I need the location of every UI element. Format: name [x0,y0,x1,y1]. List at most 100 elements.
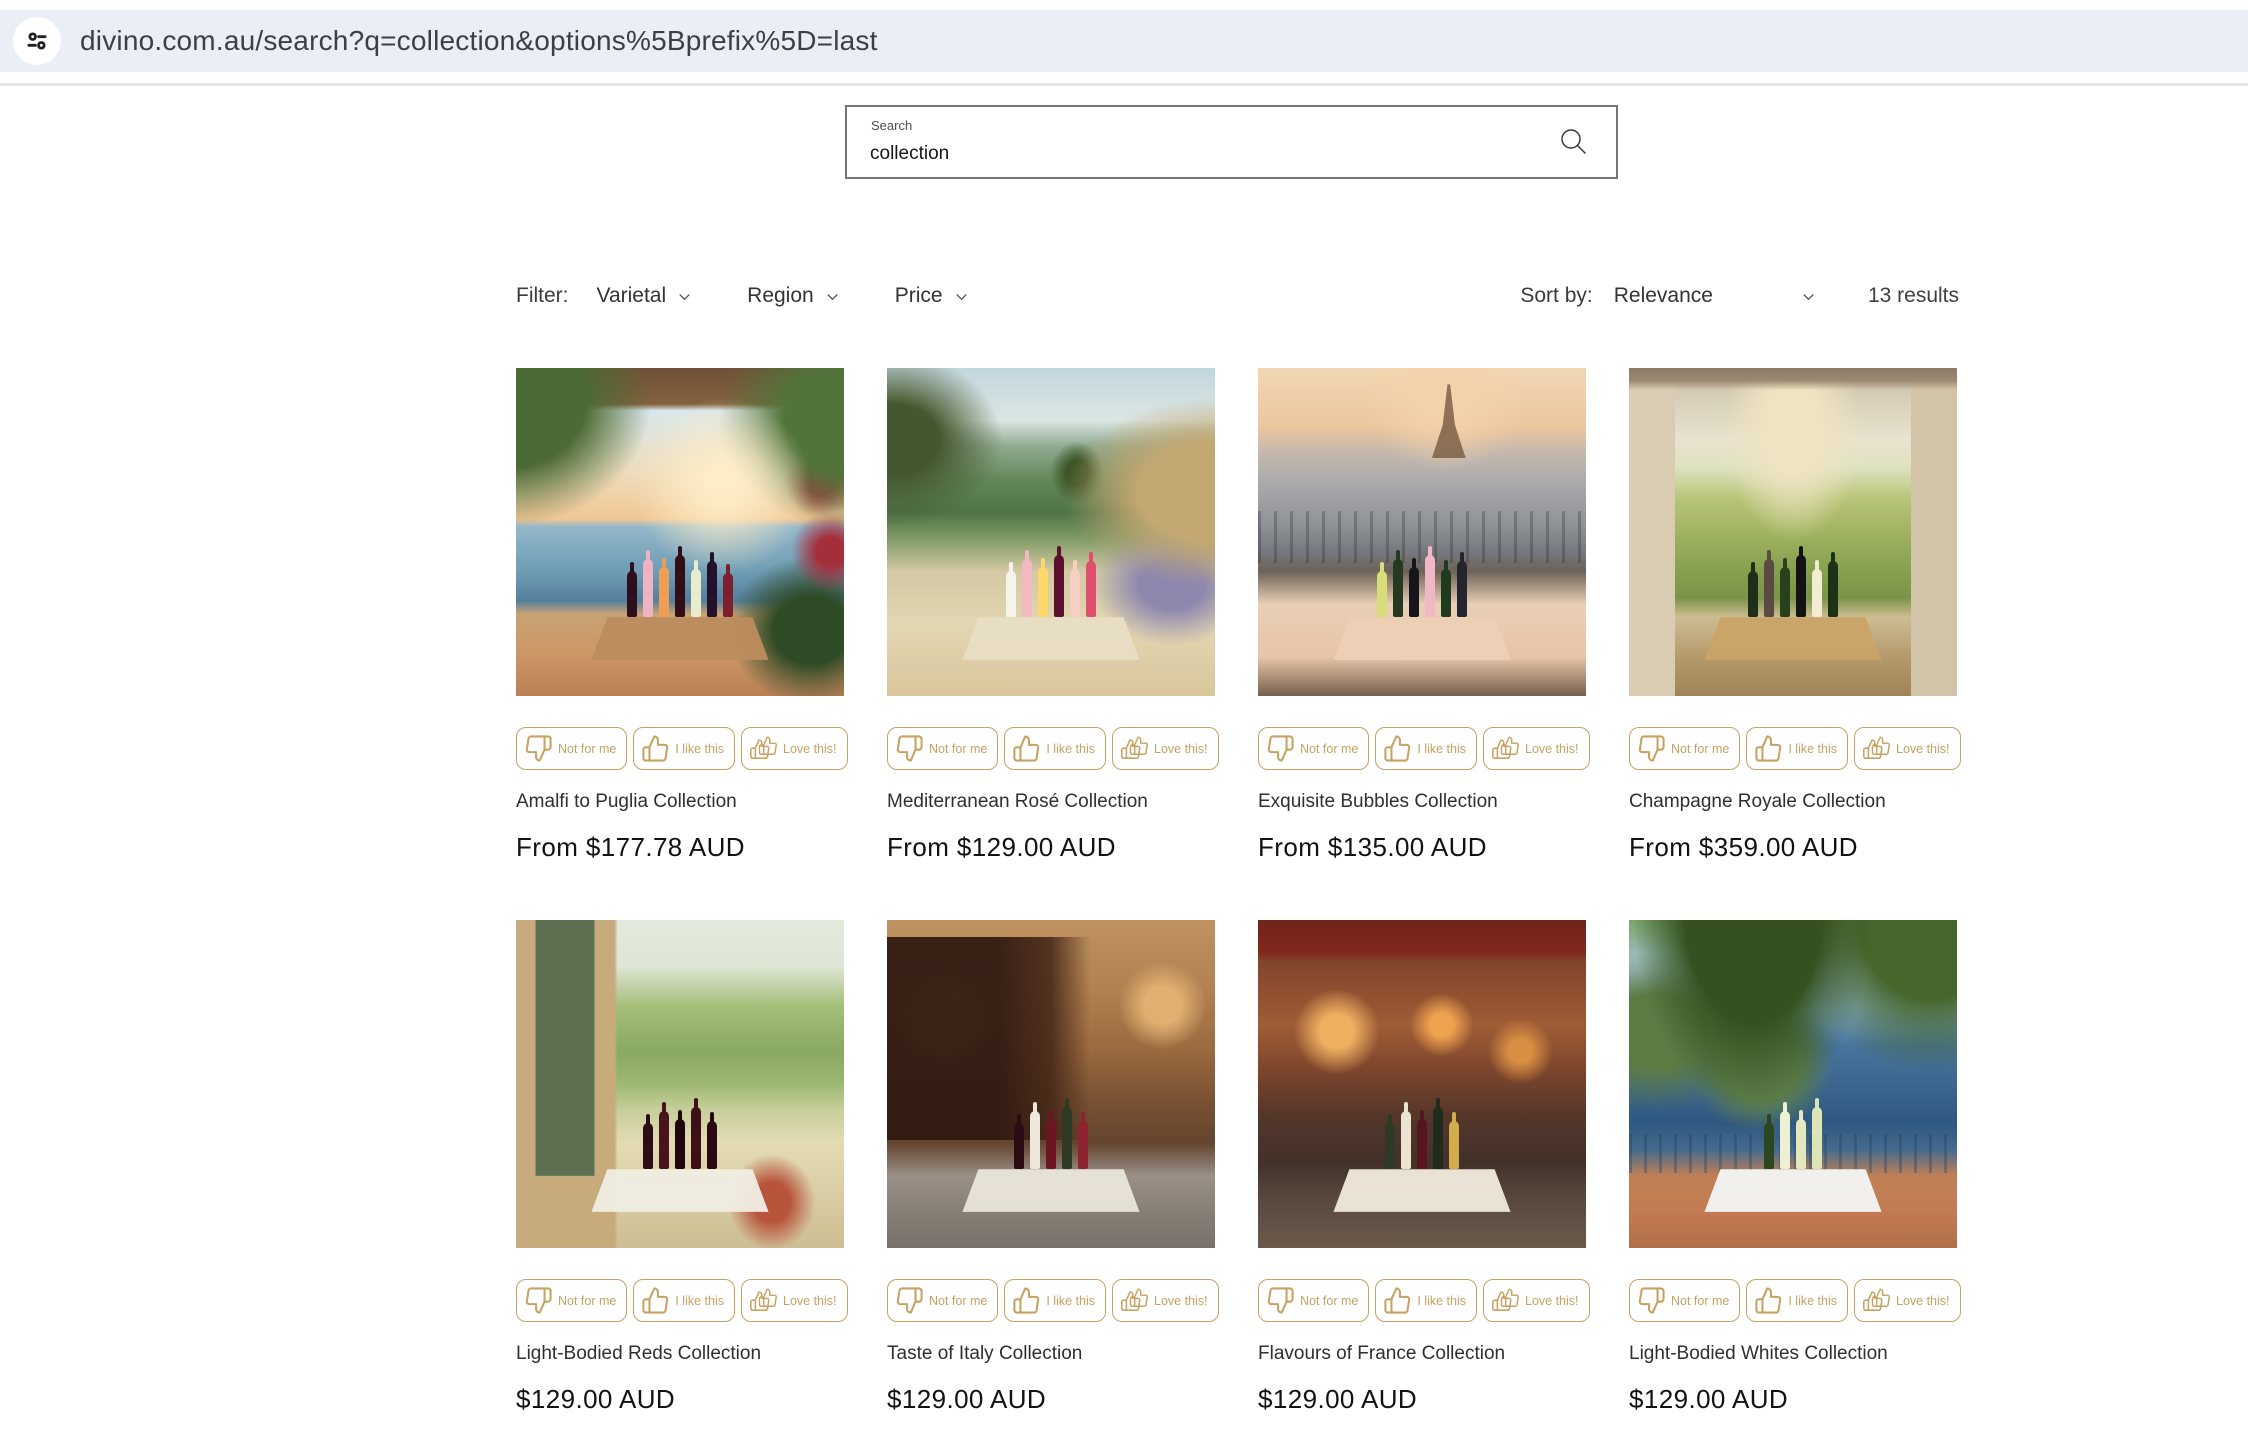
wine-bottles [1629,920,1957,1248]
product-title-link[interactable]: Light-Bodied Whites Collection [1629,1342,1957,1366]
double-thumbs-up-icon [1491,734,1520,763]
product-price: From $135.00 AUD [1258,832,1586,862]
feedback-button-i-like-this[interactable]: I like this [1375,727,1477,770]
feedback-button-love-this[interactable]: Love this! [741,1279,848,1322]
product-card: Not for meI like thisLove this! Mediterr… [887,368,1215,920]
product-title-link[interactable]: Taste of Italy Collection [887,1342,1215,1366]
product-title-link[interactable]: Light-Bodied Reds Collection [516,1342,844,1366]
product-card: Not for meI like thisLove this! Light-Bo… [1629,920,1957,1442]
filter-dropdown-region[interactable]: Region [747,284,842,308]
wine-bottles [887,368,1215,696]
product-price: From $177.78 AUD [516,832,844,862]
feedback-button-label: I like this [1788,1294,1837,1308]
feedback-button-label: Not for me [1671,742,1729,756]
feedback-button-i-like-this[interactable]: I like this [1004,1279,1106,1322]
feedback-button-not-for-me[interactable]: Not for me [887,1279,998,1322]
feedback-button-i-like-this[interactable]: I like this [633,1279,735,1322]
product-image[interactable] [1629,920,1957,1248]
product-title-link[interactable]: Flavours of France Collection [1258,1342,1586,1366]
feedback-button-i-like-this[interactable]: I like this [1746,1279,1848,1322]
thumbs-down-icon [895,1286,924,1315]
filter-dropdown-varietal[interactable]: Varietal [597,284,695,308]
feedback-button-i-like-this[interactable]: I like this [633,727,735,770]
feedback-button-i-like-this[interactable]: I like this [1375,1279,1477,1322]
wine-bottle [1748,571,1758,617]
product-image[interactable] [516,920,844,1248]
sort-by-value: Relevance [1614,284,1713,308]
feedback-button-i-like-this[interactable]: I like this [1746,727,1848,770]
feedback-button-label: I like this [1046,742,1095,756]
wine-bottle [1409,567,1419,617]
wine-bottle [1062,1107,1072,1169]
thumbs-up-icon [641,1286,670,1315]
wine-bottle [1022,559,1032,617]
feedback-button-i-like-this[interactable]: I like this [1004,727,1106,770]
product-image[interactable] [1258,920,1586,1248]
product-price: $129.00 AUD [516,1384,844,1414]
feedback-button-label: Love this! [1154,1294,1208,1308]
feedback-button-row: Not for me I like this Love this! [1258,1279,1586,1322]
product-title-link[interactable]: Amalfi to Puglia Collection [516,790,844,814]
browser-address-bar[interactable]: divino.com.au/search?q=collection&option… [0,10,2248,72]
wine-bottle [643,559,653,617]
double-thumbs-up-icon [749,734,778,763]
site-info-button[interactable] [13,17,61,65]
feedback-button-love-this[interactable]: Love this! [1483,727,1590,770]
feedback-button-not-for-me[interactable]: Not for me [1258,1279,1369,1322]
search-input[interactable]: collection [870,143,949,165]
wine-bottles [516,920,844,1248]
sort-by-select[interactable]: Relevance [1614,284,1818,308]
product-title-link[interactable]: Champagne Royale Collection [1629,790,1957,814]
feedback-button-label: Not for me [1300,1294,1358,1308]
feedback-button-love-this[interactable]: Love this! [1854,1279,1961,1322]
product-image[interactable] [516,368,844,696]
feedback-button-label: Not for me [558,742,616,756]
feedback-button-label: Love this! [1525,1294,1579,1308]
wine-bottles [1258,368,1586,696]
wine-bottle [1070,569,1080,617]
wine-bottles [1629,368,1957,696]
url-text[interactable]: divino.com.au/search?q=collection&option… [80,25,878,57]
double-thumbs-up-icon [1862,1286,1891,1315]
wine-bottle [643,1123,653,1169]
search-icon [1557,125,1591,159]
product-grid: Not for meI like thisLove this! Amalfi t… [516,368,1960,1442]
product-price: $129.00 AUD [887,1384,1215,1414]
product-image[interactable] [1258,368,1586,696]
feedback-button-love-this[interactable]: Love this! [1854,727,1961,770]
feedback-button-not-for-me[interactable]: Not for me [516,1279,627,1322]
feedback-button-not-for-me[interactable]: Not for me [516,727,627,770]
wine-bottle [1764,1123,1774,1169]
wine-bottle [659,567,669,617]
sort-by-label: Sort by: [1520,284,1592,308]
thumbs-up-icon [1383,1286,1412,1315]
feedback-button-love-this[interactable]: Love this! [1483,1279,1590,1322]
product-price: From $129.00 AUD [887,832,1215,862]
feedback-button-not-for-me[interactable]: Not for me [1629,1279,1740,1322]
wine-bottle [691,569,701,617]
feedback-button-love-this[interactable]: Love this! [1112,727,1219,770]
filter-sort-row: Filter: Varietal Region Price Sort by: R… [516,278,1959,314]
product-image[interactable] [887,368,1215,696]
product-title-link[interactable]: Exquisite Bubbles Collection [1258,790,1586,814]
wine-bottle [627,571,637,617]
wine-bottle [1078,1121,1088,1169]
thumbs-up-icon [1754,734,1783,763]
product-image[interactable] [887,920,1215,1248]
feedback-button-not-for-me[interactable]: Not for me [887,727,998,770]
search-box[interactable]: Search collection [845,105,1618,179]
product-image[interactable] [1629,368,1957,696]
chevron-down-icon [675,287,694,306]
feedback-button-love-this[interactable]: Love this! [1112,1279,1219,1322]
filter-dropdown-price[interactable]: Price [895,284,971,308]
double-thumbs-up-icon [1120,1286,1149,1315]
feedback-button-not-for-me[interactable]: Not for me [1629,727,1740,770]
thumbs-down-icon [895,734,924,763]
product-title-link[interactable]: Mediterranean Rosé Collection [887,790,1215,814]
wine-bottle [1417,1119,1427,1169]
search-submit-button[interactable] [1554,122,1594,162]
filter-label: Filter: [516,284,569,308]
feedback-button-love-this[interactable]: Love this! [741,727,848,770]
wine-bottle [691,1107,701,1169]
feedback-button-not-for-me[interactable]: Not for me [1258,727,1369,770]
